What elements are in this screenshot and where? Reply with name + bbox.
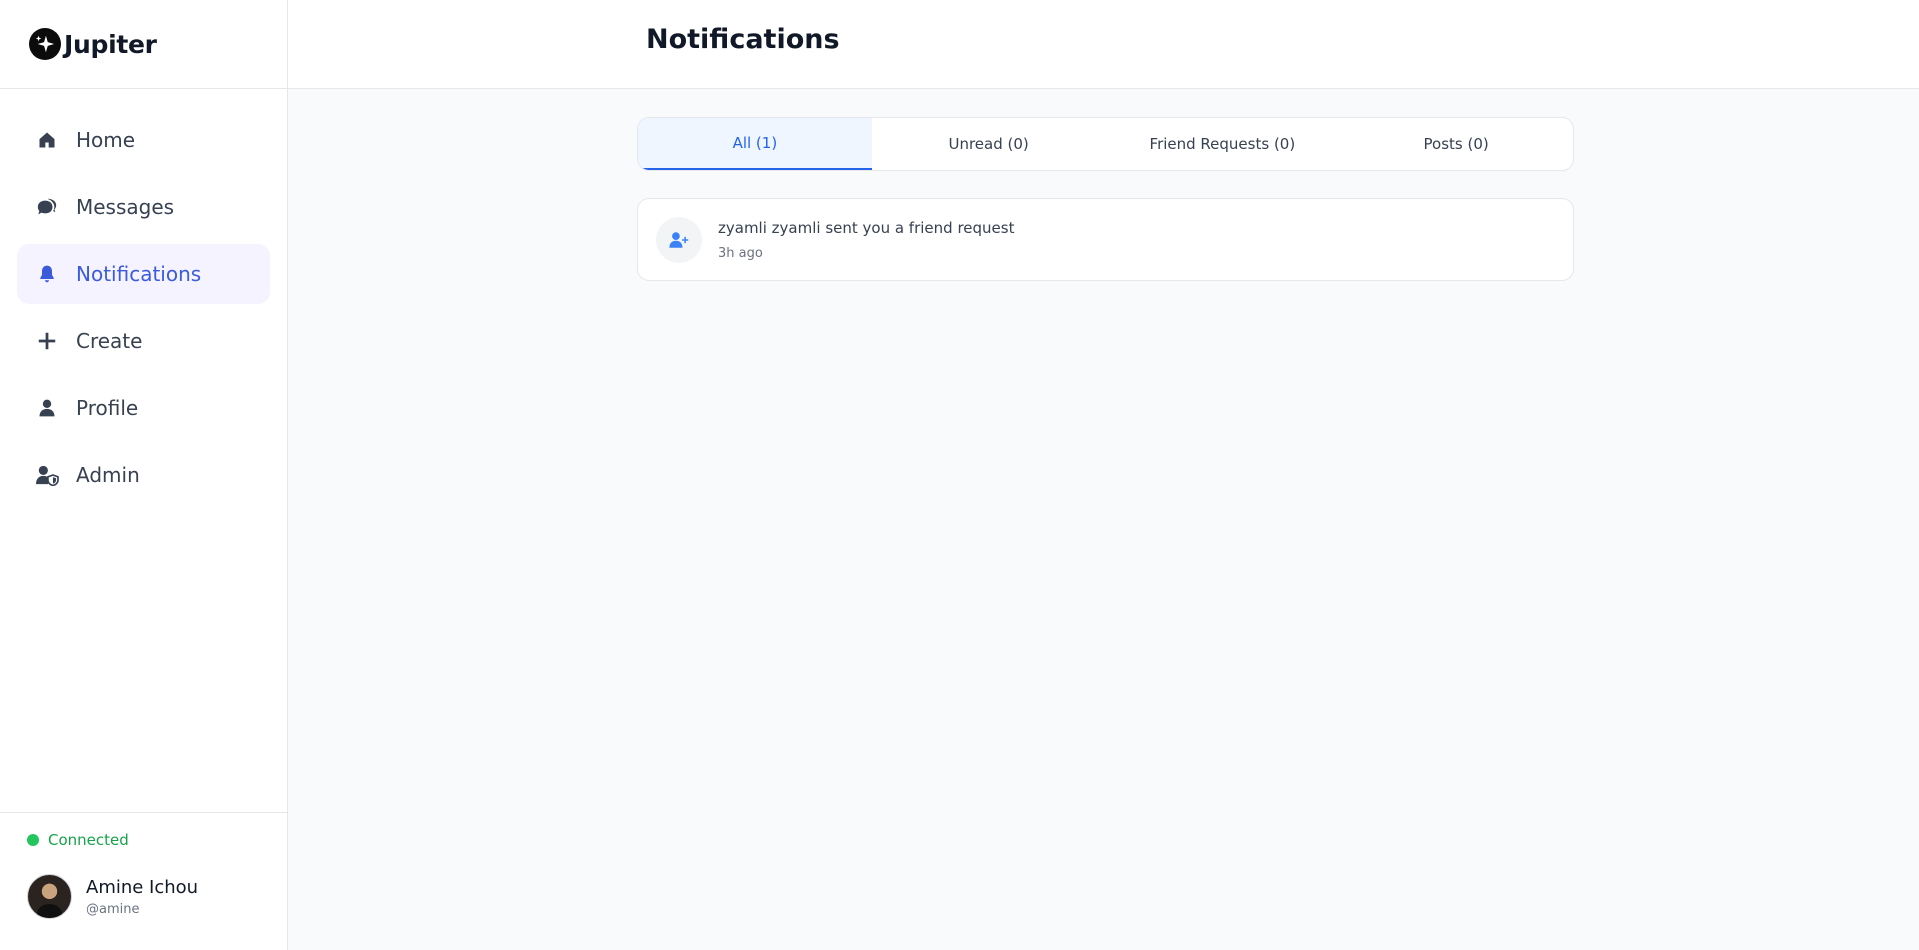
notifications-panel: All (1) Unread (0) Friend Requests (0) P… xyxy=(637,117,1574,281)
brand-header: Jupiter xyxy=(0,0,287,89)
home-icon xyxy=(35,128,59,152)
messages-icon xyxy=(35,195,59,219)
sidebar-item-notifications[interactable]: Notifications xyxy=(17,244,270,304)
notification-item[interactable]: zyamli zyamli sent you a friend request … xyxy=(637,198,1574,281)
user-shield-icon xyxy=(35,463,59,487)
sidebar-item-label: Messages xyxy=(76,195,175,219)
connection-status: Connected xyxy=(27,831,287,849)
user-plus-icon xyxy=(669,231,689,248)
sidebar-item-messages[interactable]: Messages xyxy=(17,177,270,237)
jupiter-logo-icon[interactable] xyxy=(29,28,61,60)
plus-icon xyxy=(35,329,59,353)
sidebar-item-label: Admin xyxy=(76,463,140,487)
notification-body: zyamli zyamli sent you a friend request … xyxy=(718,219,1014,261)
notification-tabs: All (1) Unread (0) Friend Requests (0) P… xyxy=(637,117,1574,171)
sidebar-item-label: Notifications xyxy=(76,262,202,286)
sidebar-item-label: Create xyxy=(76,329,143,353)
sidebar: Jupiter Home Messages Notifications Crea… xyxy=(0,0,288,950)
sidebar-item-admin[interactable]: Admin xyxy=(17,445,270,505)
main-content: Notifications All (1) Unread (0) Friend … xyxy=(288,0,1919,950)
page-title: Notifications xyxy=(646,24,840,55)
notification-icon-wrapper xyxy=(656,216,702,263)
sidebar-footer: Connected Amine Ichou @amine xyxy=(0,812,287,950)
notification-list: zyamli zyamli sent you a friend request … xyxy=(637,198,1574,281)
sidebar-item-create[interactable]: Create xyxy=(17,311,270,371)
bell-icon xyxy=(35,262,59,286)
tab-all[interactable]: All (1) xyxy=(638,118,872,170)
user-icon xyxy=(35,396,59,420)
user-name: Amine Ichou xyxy=(86,876,199,898)
current-user[interactable]: Amine Ichou @amine xyxy=(27,874,287,919)
sidebar-item-profile[interactable]: Profile xyxy=(17,378,270,438)
sidebar-nav: Home Messages Notifications Create Profi… xyxy=(0,89,287,505)
sidebar-item-label: Home xyxy=(76,128,136,152)
sidebar-item-home[interactable]: Home xyxy=(17,110,270,170)
tab-unread[interactable]: Unread (0) xyxy=(872,118,1106,170)
tab-friend-requests[interactable]: Friend Requests (0) xyxy=(1106,118,1340,170)
notification-text: zyamli zyamli sent you a friend request xyxy=(718,218,1015,237)
status-dot-icon xyxy=(27,834,39,846)
brand-name[interactable]: Jupiter xyxy=(64,30,157,59)
user-handle: @amine xyxy=(86,901,140,917)
user-info: Amine Ichou @amine xyxy=(86,877,198,917)
app-root: Jupiter Home Messages Notifications Crea… xyxy=(0,0,1919,950)
status-label: Connected xyxy=(48,831,129,849)
avatar[interactable] xyxy=(27,874,72,919)
tab-posts[interactable]: Posts (0) xyxy=(1339,118,1573,170)
topbar: Notifications xyxy=(288,0,1919,89)
sidebar-item-label: Profile xyxy=(76,396,139,420)
notification-time: 3h ago xyxy=(718,245,763,261)
